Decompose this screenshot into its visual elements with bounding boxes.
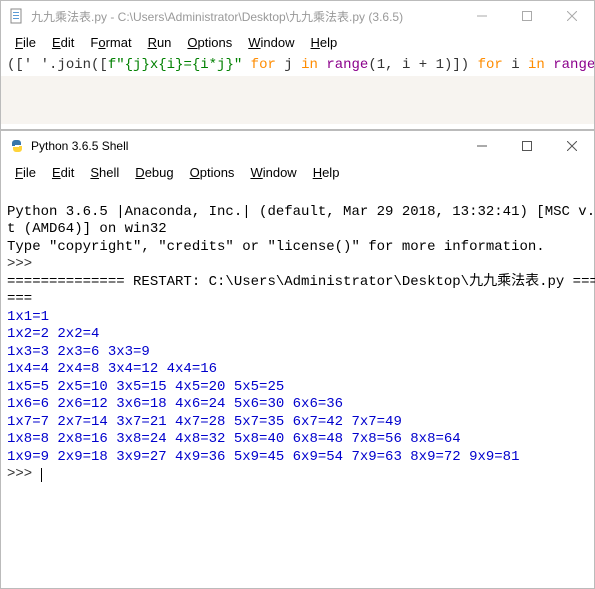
menu-run[interactable]: Run: [140, 33, 180, 52]
shell-prompt: >>>: [7, 256, 41, 272]
editor-empty-area[interactable]: [1, 76, 594, 124]
shell-header-line: Python 3.6.5 |Anaconda, Inc.| (default, …: [7, 204, 595, 220]
shell-window: Python 3.6.5 Shell File Edit Shell Debug…: [0, 130, 595, 589]
shell-output-line: 1x5=5 2x5=10 3x5=15 4x5=20 5x5=25: [7, 379, 284, 395]
menu-debug[interactable]: Debug: [127, 163, 181, 182]
menu-help[interactable]: Help: [305, 163, 348, 182]
editor-window-controls: [459, 1, 594, 31]
editor-title: 九九乘法表.py - C:\Users\Administrator\Deskto…: [31, 8, 459, 25]
shell-prompt[interactable]: >>>: [7, 466, 41, 482]
shell-output-line: 1x3=3 2x3=6 3x3=9: [7, 344, 150, 360]
menu-help[interactable]: Help: [303, 33, 346, 52]
editor-code-area[interactable]: ([' '.join([f"{j}x{i}={i*j}" for j in ra…: [1, 54, 594, 76]
minimize-button[interactable]: [459, 131, 504, 161]
shell-output-line: 1x6=6 2x6=12 3x6=18 4x6=24 5x6=30 6x6=36: [7, 396, 343, 412]
shell-menubar: File Edit Shell Debug Options Window Hel…: [1, 161, 594, 184]
shell-titlebar[interactable]: Python 3.6.5 Shell: [1, 131, 594, 161]
shell-output-line: 1x9=9 2x9=18 3x9=27 4x9=36 5x9=45 6x9=54…: [7, 449, 519, 465]
menu-window[interactable]: Window: [240, 33, 302, 52]
text-cursor: [41, 468, 42, 482]
shell-output-line: 1x8=8 2x8=16 3x8=24 4x8=32 5x8=40 6x8=48…: [7, 431, 461, 447]
minimize-button[interactable]: [459, 1, 504, 31]
menu-options[interactable]: Options: [182, 163, 243, 182]
shell-restart-line: ============== RESTART: C:\Users\Adminis…: [7, 274, 595, 290]
menu-window[interactable]: Window: [242, 163, 304, 182]
shell-window-controls: [459, 131, 594, 161]
shell-output-line: 1x7=7 2x7=14 3x7=21 4x7=28 5x7=35 6x7=42…: [7, 414, 402, 430]
shell-header-line: Type "copyright", "credits" or "license(…: [7, 239, 545, 255]
maximize-button[interactable]: [504, 1, 549, 31]
editor-titlebar[interactable]: 九九乘法表.py - C:\Users\Administrator\Deskto…: [1, 1, 594, 31]
editor-window: 九九乘法表.py - C:\Users\Administrator\Deskto…: [0, 0, 595, 130]
menu-file[interactable]: File: [7, 33, 44, 52]
idle-file-icon: [9, 8, 25, 24]
menu-format[interactable]: Format: [82, 33, 139, 52]
menu-edit[interactable]: Edit: [44, 163, 82, 182]
shell-header-line: t (AMD64)] on win32: [7, 221, 167, 237]
shell-output-area[interactable]: Python 3.6.5 |Anaconda, Inc.| (default, …: [1, 184, 594, 486]
editor-menubar: File Edit Format Run Options Window Help: [1, 31, 594, 54]
menu-shell[interactable]: Shell: [82, 163, 127, 182]
close-button[interactable]: [549, 131, 594, 161]
close-button[interactable]: [549, 1, 594, 31]
menu-edit[interactable]: Edit: [44, 33, 82, 52]
shell-restart-line: ===: [7, 291, 32, 307]
maximize-button[interactable]: [504, 131, 549, 161]
shell-output-line: 1x2=2 2x2=4: [7, 326, 99, 342]
menu-file[interactable]: File: [7, 163, 44, 182]
shell-title: Python 3.6.5 Shell: [31, 139, 459, 153]
shell-output-line: 1x1=1: [7, 309, 49, 325]
shell-output-line: 1x4=4 2x4=8 3x4=12 4x4=16: [7, 361, 217, 377]
menu-options[interactable]: Options: [179, 33, 240, 52]
python-shell-icon: [9, 138, 25, 154]
